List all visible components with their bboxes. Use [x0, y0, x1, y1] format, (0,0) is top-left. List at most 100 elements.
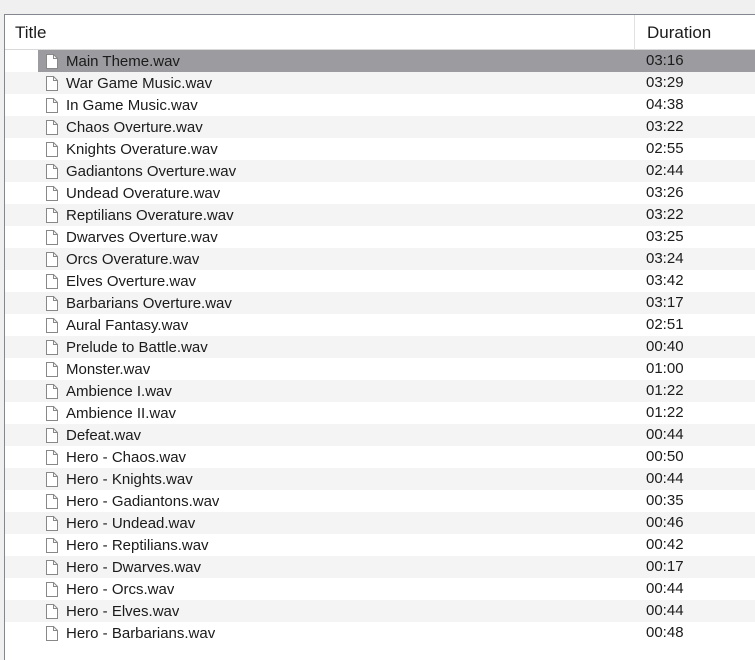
cell-title[interactable]: Hero - Knights.wav — [38, 468, 634, 490]
file-document-icon — [46, 164, 66, 179]
table-row[interactable]: Knights Overature.wav02:55 — [5, 138, 755, 160]
table-row[interactable]: Ambience I.wav 01:22 — [5, 380, 755, 402]
table-row[interactable]: Hero - Elves.wav00:44 — [5, 600, 755, 622]
file-document-icon — [46, 274, 66, 289]
table-row[interactable]: War Game Music.wav03:29 — [5, 72, 755, 94]
cell-title[interactable]: Ambience I.wav — [38, 380, 634, 402]
cell-duration: 00:35 — [634, 490, 755, 512]
file-document-icon — [46, 582, 66, 597]
cell-title[interactable]: Barbarians Overture.wav — [38, 292, 634, 314]
file-document-icon — [46, 98, 66, 113]
cell-title[interactable]: Reptilians Overature.wav — [38, 204, 634, 226]
file-document-icon — [46, 604, 66, 619]
cell-title[interactable]: Defeat.wav — [38, 424, 634, 446]
cell-title[interactable]: War Game Music.wav — [38, 72, 634, 94]
table-row[interactable]: Hero - Orcs.wav 00:44 — [5, 578, 755, 600]
track-title-label: Ambience I.wav — [66, 383, 172, 400]
file-document-icon — [46, 120, 66, 135]
window-top-filler — [0, 0, 755, 14]
table-row[interactable]: Hero - Chaos.wav00:50 — [5, 446, 755, 468]
cell-duration: 00:44 — [634, 578, 755, 600]
cell-title[interactable]: Undead Overature.wav — [38, 182, 634, 204]
cell-title[interactable]: Elves Overture.wav — [38, 270, 634, 292]
cell-title[interactable]: Monster.wav — [38, 358, 634, 380]
cell-duration: 03:26 — [634, 182, 755, 204]
track-title-label: Chaos Overture.wav — [66, 119, 203, 136]
track-title-label: In Game Music.wav — [66, 97, 198, 114]
file-document-icon — [46, 142, 66, 157]
file-document-icon — [46, 340, 66, 355]
file-document-icon — [46, 406, 66, 421]
table-row[interactable]: Hero - Barbarians.wav00:48 — [5, 622, 755, 644]
cell-title[interactable]: Hero - Gadiantons.wav — [38, 490, 634, 512]
cell-title[interactable]: Hero - Barbarians.wav — [38, 622, 634, 644]
cell-title[interactable]: Hero - Orcs.wav — [38, 578, 634, 600]
table-row[interactable]: Hero - Gadiantons.wav00:35 — [5, 490, 755, 512]
table-row[interactable]: Gadiantons Overture.wav02:44 — [5, 160, 755, 182]
file-document-icon — [46, 450, 66, 465]
cell-duration: 00:44 — [634, 424, 755, 446]
cell-duration: 00:40 — [634, 336, 755, 358]
track-title-label: Hero - Orcs.wav — [66, 581, 174, 598]
cell-duration: 03:42 — [634, 270, 755, 292]
cell-title[interactable]: Hero - Dwarves.wav — [38, 556, 634, 578]
cell-title[interactable]: Gadiantons Overture.wav — [38, 160, 634, 182]
cell-title[interactable]: Ambience II.wav — [38, 402, 634, 424]
cell-title[interactable]: Hero - Undead.wav — [38, 512, 634, 534]
file-document-icon — [46, 626, 66, 641]
cell-title[interactable]: Chaos Overture.wav — [38, 116, 634, 138]
file-document-icon — [46, 252, 66, 267]
table-row[interactable]: Dwarves Overture.wav03:25 — [5, 226, 755, 248]
table-row[interactable]: Reptilians Overature.wav03:22 — [5, 204, 755, 226]
table-row[interactable]: Chaos Overture.wav 03:22 — [5, 116, 755, 138]
cell-title[interactable]: Prelude to Battle.wav — [38, 336, 634, 358]
cell-title[interactable]: Main Theme.wav — [38, 50, 634, 72]
table-row[interactable]: Main Theme.wav03:16 — [5, 50, 755, 72]
column-header-title[interactable]: Title — [5, 15, 634, 50]
table-row[interactable]: Ambience II.wav01:22 — [5, 402, 755, 424]
track-title-label: Knights Overature.wav — [66, 141, 218, 158]
table-row[interactable]: In Game Music.wav04:38 — [5, 94, 755, 116]
table-row[interactable]: Orcs Overature.wav03:24 — [5, 248, 755, 270]
cell-title[interactable]: Dwarves Overture.wav — [38, 226, 634, 248]
cell-duration: 01:22 — [634, 380, 755, 402]
track-title-label: Defeat.wav — [66, 427, 141, 444]
listview-body: Main Theme.wav03:16War Game Music.wav03:… — [5, 50, 755, 660]
cell-title[interactable]: Knights Overature.wav — [38, 138, 634, 160]
listview-header: Title Duration — [5, 15, 755, 50]
table-row[interactable]: Undead Overature.wav03:26 — [5, 182, 755, 204]
cell-title[interactable]: Hero - Elves.wav — [38, 600, 634, 622]
cell-duration: 03:25 — [634, 226, 755, 248]
file-document-icon — [46, 560, 66, 575]
cell-duration: 03:22 — [634, 116, 755, 138]
table-row[interactable]: Hero - Undead.wav 00:46 — [5, 512, 755, 534]
file-document-icon — [46, 538, 66, 553]
cell-title[interactable]: Hero - Reptilians.wav — [38, 534, 634, 556]
table-row[interactable]: Defeat.wav 00:44 — [5, 424, 755, 446]
track-title-label: Hero - Barbarians.wav — [66, 625, 215, 642]
table-row[interactable]: Hero - Dwarves.wav 00:17 — [5, 556, 755, 578]
cell-duration: 00:17 — [634, 556, 755, 578]
cell-title[interactable]: Orcs Overature.wav — [38, 248, 634, 270]
file-document-icon — [46, 428, 66, 443]
table-row[interactable]: Monster.wav01:00 — [5, 358, 755, 380]
table-row[interactable]: Barbarians Overture.wav03:17 — [5, 292, 755, 314]
cell-title[interactable]: Aural Fantasy.wav — [38, 314, 634, 336]
cell-duration: 00:46 — [634, 512, 755, 534]
table-row[interactable]: Elves Overture.wav03:42 — [5, 270, 755, 292]
cell-title[interactable]: Hero - Chaos.wav — [38, 446, 634, 468]
cell-title[interactable]: In Game Music.wav — [38, 94, 634, 116]
cell-duration: 01:22 — [634, 402, 755, 424]
column-header-duration[interactable]: Duration — [634, 15, 755, 50]
table-row[interactable]: Prelude to Battle.wav 00:40 — [5, 336, 755, 358]
track-title-label: Hero - Undead.wav — [66, 515, 195, 532]
track-title-label: Prelude to Battle.wav — [66, 339, 208, 356]
file-document-icon — [46, 54, 66, 69]
track-title-label: Barbarians Overture.wav — [66, 295, 232, 312]
table-row[interactable]: Aural Fantasy.wav02:51 — [5, 314, 755, 336]
track-listview[interactable]: Title Duration Main Theme.wav03:16War Ga… — [4, 14, 755, 660]
table-row[interactable]: Hero - Knights.wav00:44 — [5, 468, 755, 490]
track-title-label: Hero - Dwarves.wav — [66, 559, 201, 576]
cell-duration: 03:29 — [634, 72, 755, 94]
table-row[interactable]: Hero - Reptilians.wav00:42 — [5, 534, 755, 556]
